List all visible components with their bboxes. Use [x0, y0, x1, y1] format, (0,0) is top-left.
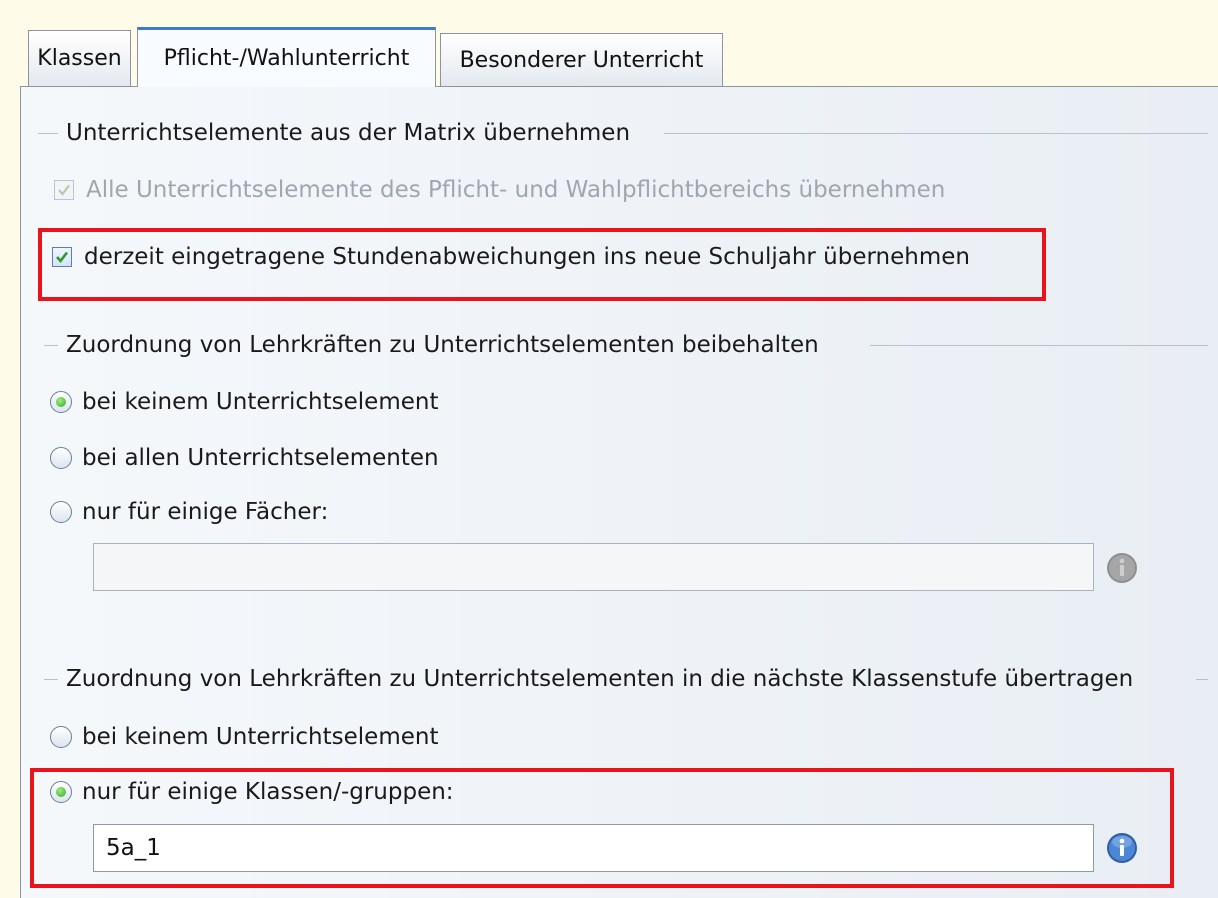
group-divider [44, 679, 58, 680]
alle-elemente-checkbox[interactable] [54, 180, 74, 200]
highlight-box-klassen [30, 768, 1174, 888]
group-divider [38, 133, 58, 134]
highlight-box-stundenabweichungen [38, 228, 1046, 301]
uebertragen-keinem-radio[interactable] [50, 726, 72, 748]
beibehalten-faecher-label: nur für einige Fächer: [82, 499, 329, 525]
group-title-beibehalten: Zuordnung von Lehrkräften zu Unterrichts… [66, 332, 819, 358]
radio-row-uebertragen-keinem[interactable]: bei keinem Unterrichtselement [50, 722, 438, 752]
beibehalten-allen-radio[interactable] [50, 447, 72, 469]
tab-besonderer-unterricht-label: Besonderer Unterricht [459, 47, 704, 73]
check-icon [58, 184, 70, 196]
beibehalten-faecher-radio[interactable] [50, 501, 72, 523]
faecher-input[interactable] [93, 543, 1094, 591]
radio-selected-dot [56, 397, 66, 407]
tab-besonderer-unterricht[interactable]: Besonderer Unterricht [440, 33, 723, 86]
tab-klassen-label: Klassen [37, 46, 122, 71]
group-title-matrix: Unterrichtselemente aus der Matrix übern… [66, 120, 631, 146]
group-title-uebertragen: Zuordnung von Lehrkräften zu Unterrichts… [66, 666, 1134, 692]
tab-pflicht-wahlunterricht[interactable]: Pflicht-/Wahlunterricht [137, 27, 436, 87]
group-divider [44, 345, 58, 346]
info-icon[interactable] [1105, 551, 1139, 585]
radio-row-beibehalten-keinem[interactable]: bei keinem Unterrichtselement [50, 387, 438, 417]
radio-row-beibehalten-faecher[interactable]: nur für einige Fächer: [50, 497, 328, 527]
group-divider [664, 133, 1208, 134]
beibehalten-keinem-label: bei keinem Unterrichtselement [82, 389, 439, 415]
group-divider [870, 345, 1208, 346]
radio-row-beibehalten-allen[interactable]: bei allen Unterrichtselementen [50, 443, 439, 473]
beibehalten-allen-label: bei allen Unterrichtselementen [82, 445, 439, 471]
tab-pflicht-wahlunterricht-label: Pflicht-/Wahlunterricht [163, 46, 410, 71]
tab-bar: Klassen Pflicht-/Wahlunterricht Besonder… [0, 0, 1218, 87]
beibehalten-keinem-radio[interactable] [50, 391, 72, 413]
uebertragen-keinem-label: bei keinem Unterrichtselement [82, 724, 439, 750]
tab-klassen[interactable]: Klassen [28, 30, 131, 86]
group-divider [1196, 679, 1208, 680]
alle-elemente-label: Alle Unterrichtselemente des Pflicht- un… [86, 177, 946, 203]
checkbox-row-alle-elemente[interactable]: Alle Unterrichtselemente des Pflicht- un… [54, 175, 945, 205]
